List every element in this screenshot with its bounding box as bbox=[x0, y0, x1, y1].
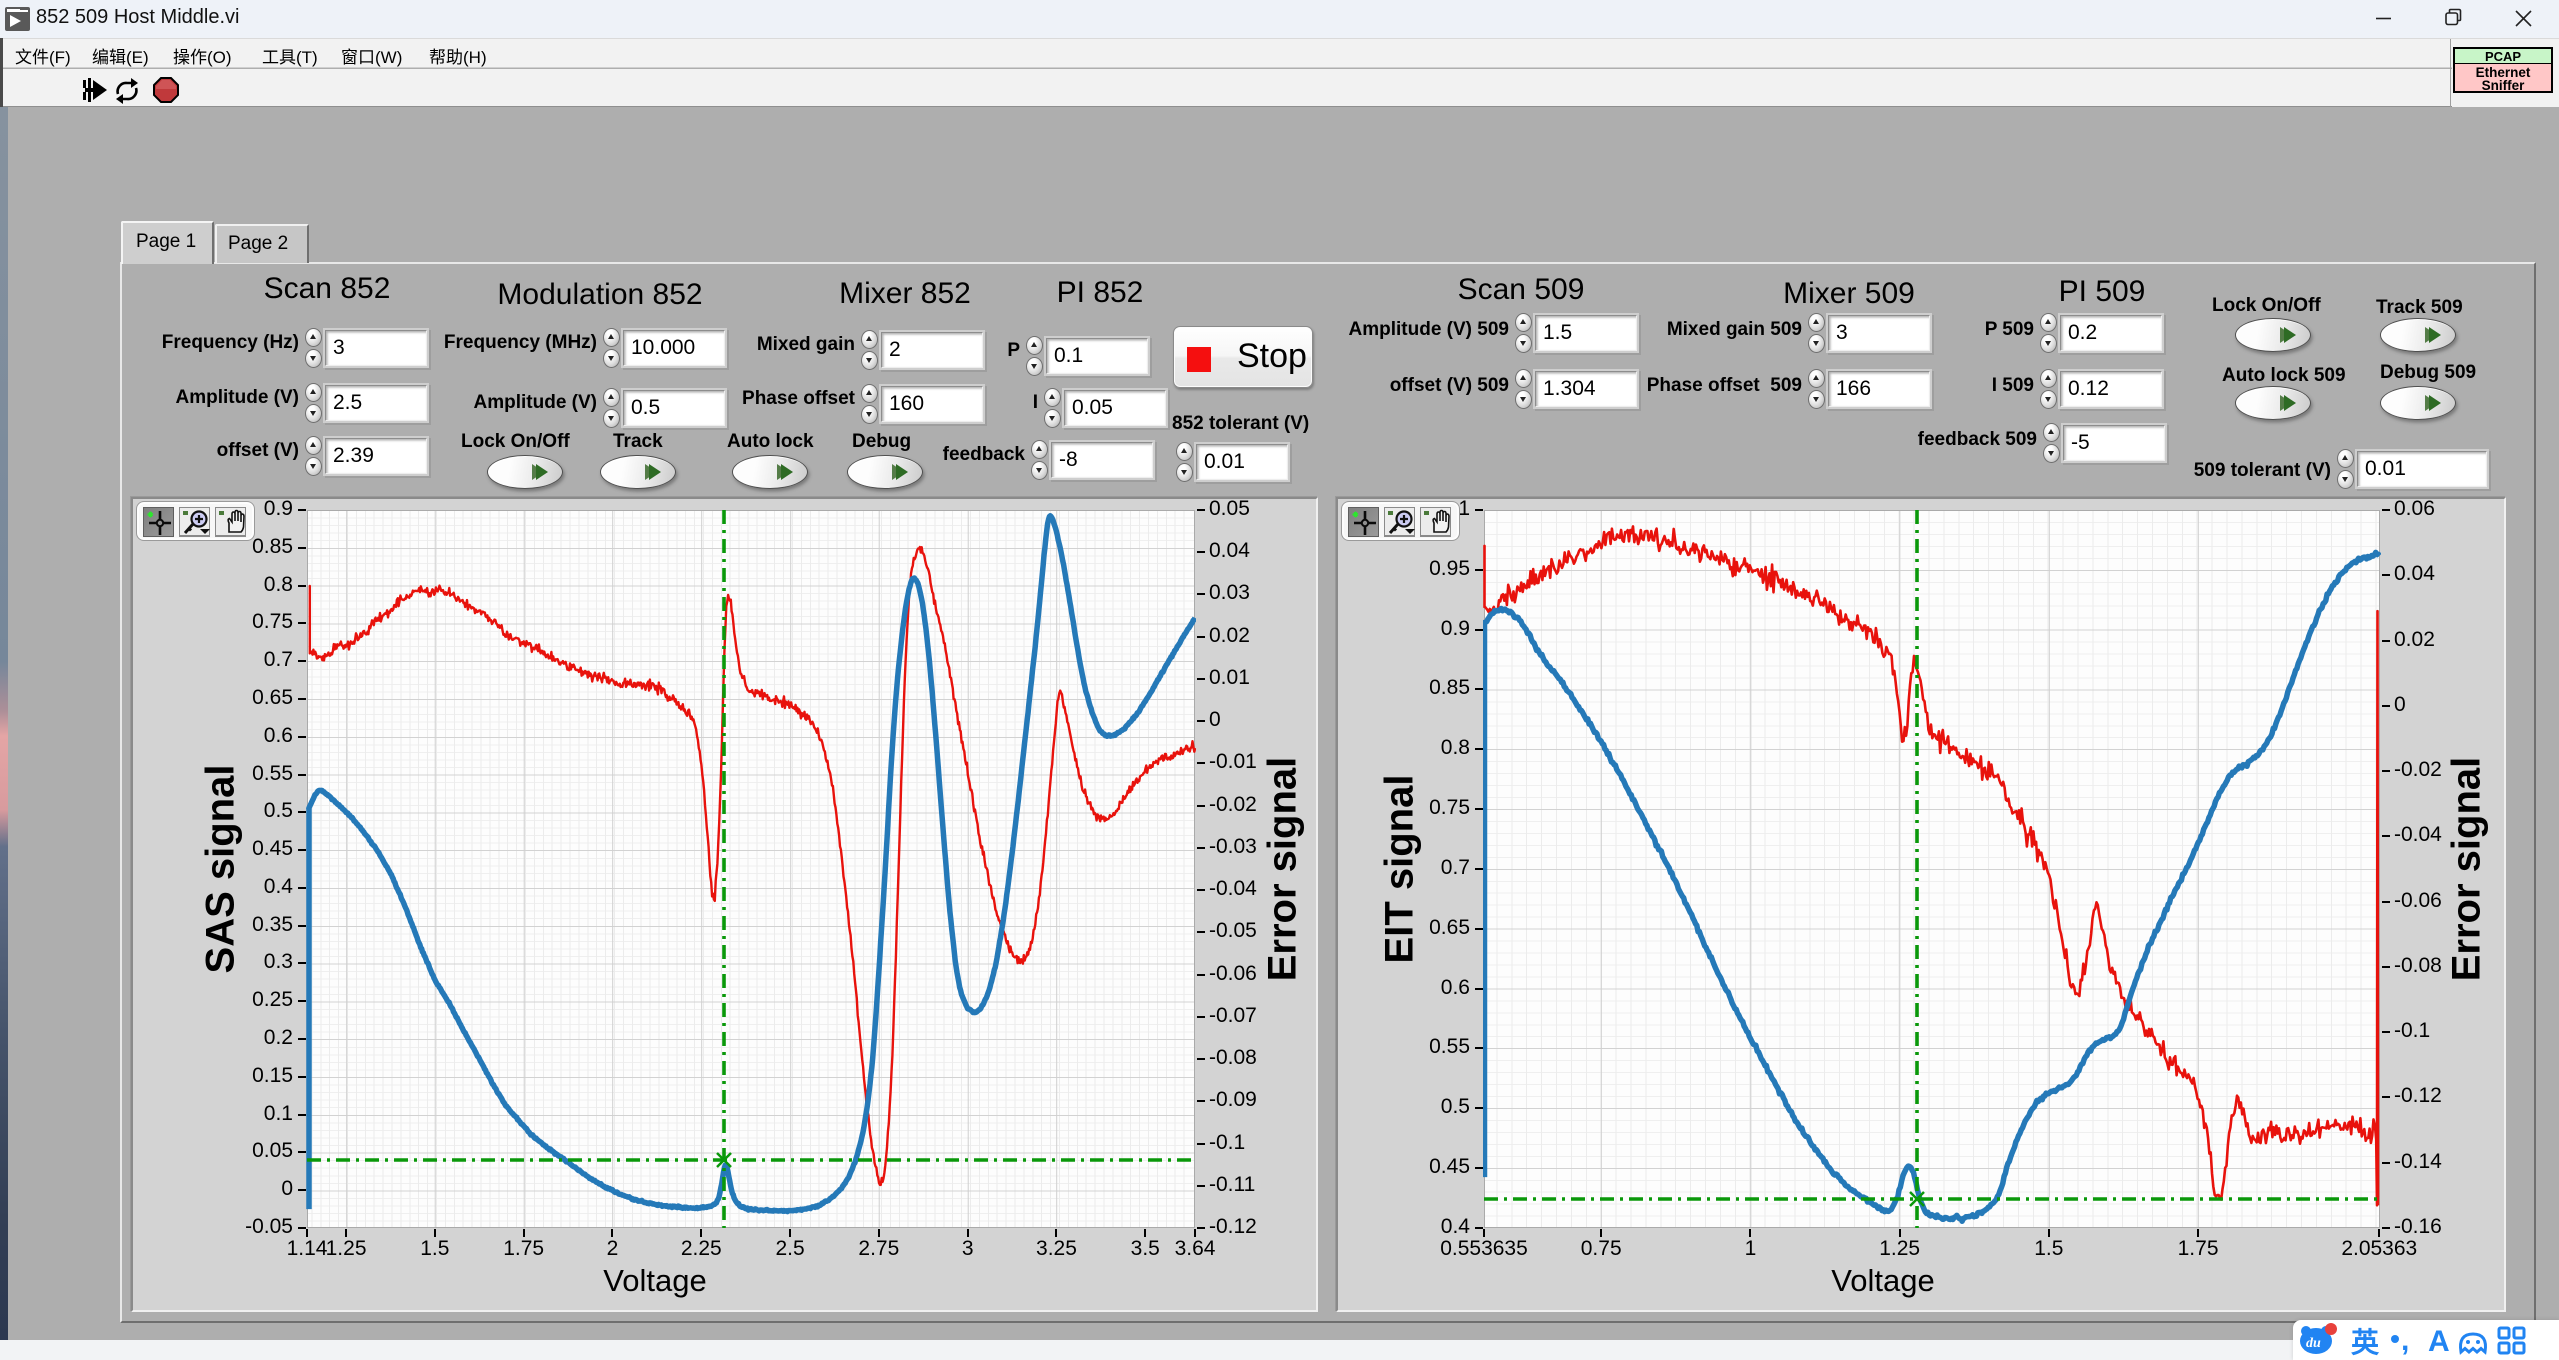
svg-text:du: du bbox=[2306, 1336, 2321, 1351]
svg-text:A: A bbox=[2428, 1325, 2450, 1358]
svg-text:,: , bbox=[2401, 1324, 2409, 1357]
svg-text:英: 英 bbox=[2351, 1327, 2380, 1358]
